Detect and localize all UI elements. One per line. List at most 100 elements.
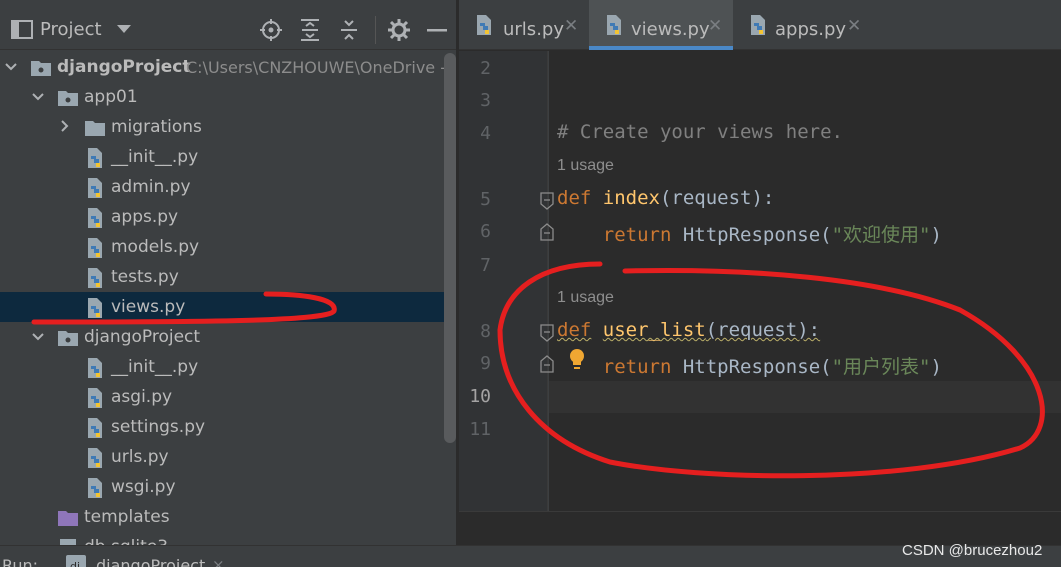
tree-item-label: djangoProject	[57, 57, 191, 77]
chevron-right-icon[interactable]	[58, 118, 72, 136]
line-number[interactable]: 7	[459, 255, 491, 276]
tree-item[interactable]: djangoProject C:\Users\CNZHOUWE\OneDrive …	[0, 52, 446, 82]
editor-gutter[interactable]	[459, 51, 547, 511]
project-tool-window: Project djangoProject C:\Users\CNZHOUWE\…	[0, 0, 458, 545]
tree-item[interactable]: templates	[0, 502, 444, 532]
usage-inlay-hint[interactable]: 1 usage	[557, 157, 614, 175]
tree-item-label: db.sqlite3	[84, 537, 168, 545]
code-editor[interactable]: 2 3 4 5 6 7 8 9 10 11 # Create your views here. 1…	[459, 51, 1061, 511]
tree-item-label: urls.py	[111, 447, 169, 467]
tree-item[interactable]: models.py	[0, 232, 444, 262]
tree-item-label: tests.py	[111, 267, 179, 287]
fold-marker-icon[interactable]	[539, 324, 555, 342]
tab-label: views.py	[631, 19, 710, 40]
close-icon[interactable]: ×	[212, 556, 225, 567]
chevron-down-icon[interactable]	[117, 25, 131, 33]
code-line-5[interactable]: def index(request):	[557, 187, 774, 209]
project-panel-header: Project	[0, 0, 458, 50]
line-number[interactable]: 4	[459, 123, 491, 144]
tree-item-path: C:\Users\CNZHOUWE\OneDrive -	[186, 58, 446, 77]
tree-item[interactable]: wsgi.py	[0, 472, 444, 502]
python-file-icon	[88, 358, 102, 378]
code-line-4[interactable]: # Create your views here.	[557, 121, 843, 143]
lightbulb-icon[interactable]	[568, 348, 586, 372]
tree-item[interactable]: djangoProject	[0, 322, 444, 352]
tree-item-label: migrations	[111, 117, 202, 137]
python-file-icon	[88, 298, 102, 318]
toolbar-separator	[375, 16, 376, 44]
function-name: user_list	[602, 319, 706, 341]
line-number[interactable]: 3	[459, 90, 491, 111]
line-number[interactable]: 6	[459, 221, 491, 242]
project-tree-scrollbar[interactable]	[444, 53, 456, 443]
line-number[interactable]: 10	[459, 386, 491, 407]
line-number[interactable]: 11	[459, 419, 491, 440]
collapse-all-icon[interactable]	[338, 18, 360, 42]
tree-item-label: wsgi.py	[111, 477, 176, 497]
keyword: def	[557, 319, 592, 341]
expand-all-icon[interactable]	[299, 18, 321, 42]
locate-icon[interactable]	[259, 18, 283, 42]
params: (request):	[659, 187, 775, 209]
gear-icon[interactable]	[387, 18, 411, 42]
tree-item[interactable]: __init__.py	[0, 142, 444, 172]
tree-item[interactable]: settings.py	[0, 412, 444, 442]
call: HttpResponse(	[682, 224, 832, 246]
tree-item-label: __init__.py	[111, 147, 199, 167]
tree-item-label: djangoProject	[84, 327, 201, 347]
close-icon[interactable]: ✕	[847, 16, 861, 36]
string-literal: "用户列表"	[831, 356, 931, 378]
code-line-6[interactable]: return HttpResponse("欢迎使用")	[557, 220, 942, 247]
svg-text:dj: dj	[70, 560, 80, 567]
tree-item[interactable]: app01	[0, 82, 444, 112]
python-file-icon	[607, 15, 621, 35]
active-tab-indicator	[589, 46, 733, 50]
tree-item-label: asgi.py	[111, 387, 173, 407]
project-panel-title[interactable]: Project	[40, 19, 102, 40]
tree-item[interactable]: urls.py	[0, 442, 444, 472]
package-folder-icon	[58, 91, 78, 106]
chevron-down-icon[interactable]	[31, 88, 45, 106]
tree-item-label: apps.py	[111, 207, 179, 227]
fold-marker-icon[interactable]	[539, 192, 555, 210]
chevron-down-icon[interactable]	[31, 328, 45, 346]
tree-item-label: app01	[84, 87, 138, 107]
run-label: Run:	[2, 556, 39, 567]
line-number[interactable]: 8	[459, 321, 491, 342]
database-file-icon	[60, 539, 76, 545]
line-number[interactable]: 9	[459, 353, 491, 374]
python-file-icon	[751, 15, 765, 35]
fold-end-marker-icon[interactable]	[539, 223, 555, 241]
line-number[interactable]: 2	[459, 58, 491, 79]
folder-icon	[31, 61, 51, 76]
tree-item[interactable]: migrations	[0, 112, 444, 142]
keyword: return	[602, 356, 672, 378]
tab-apps-py[interactable]: apps.py ✕	[733, 0, 863, 50]
tab-views-py[interactable]: views.py ✕	[589, 0, 733, 50]
tree-item[interactable]: tests.py	[0, 262, 444, 292]
line-number[interactable]: 5	[459, 189, 491, 210]
close-icon[interactable]: ✕	[708, 16, 722, 36]
usage-inlay-hint[interactable]: 1 usage	[557, 289, 614, 307]
tree-item[interactable]: __init__.py	[0, 352, 444, 382]
params: (request):	[705, 319, 821, 341]
run-config-tab[interactable]: djangoProject	[96, 556, 205, 567]
tree-item[interactable]: apps.py	[0, 202, 444, 232]
close-icon[interactable]: ✕	[564, 16, 578, 36]
code-line-9[interactable]: return HttpResponse("用户列表")	[557, 352, 942, 379]
tree-item[interactable]: db.sqlite3	[0, 532, 444, 545]
chevron-down-icon[interactable]	[4, 58, 18, 76]
code-line-8[interactable]: def user_list(request):	[557, 319, 820, 341]
tab-urls-py[interactable]: urls.py ✕	[459, 0, 589, 50]
close-paren: )	[930, 356, 942, 378]
python-file-icon	[477, 15, 491, 35]
minimize-icon[interactable]	[427, 29, 447, 33]
tree-item[interactable]: asgi.py	[0, 382, 444, 412]
indent-guide	[548, 51, 549, 511]
tree-item[interactable]: admin.py	[0, 172, 444, 202]
python-file-icon	[88, 178, 102, 198]
fold-end-marker-icon[interactable]	[539, 355, 555, 373]
function-name: index	[602, 187, 660, 209]
python-file-icon	[88, 238, 102, 258]
tree-item[interactable]: views.py	[0, 292, 444, 322]
